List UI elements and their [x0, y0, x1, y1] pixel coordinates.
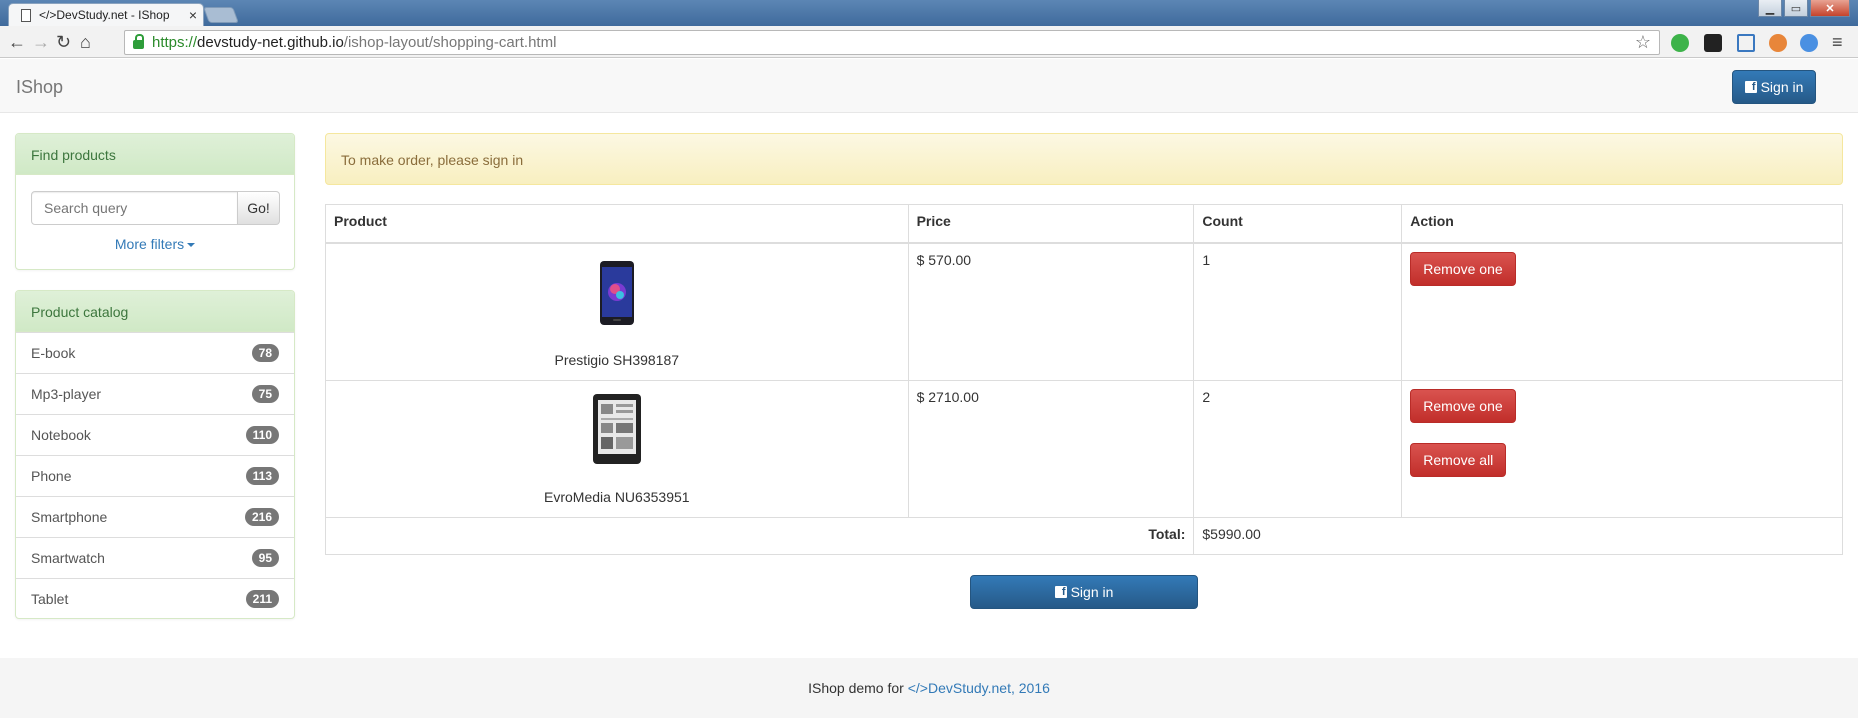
category-count-badge: 211 [245, 590, 279, 608]
remove-one-button[interactable]: Remove one [1410, 251, 1516, 286]
site-navbar: IShop [0, 59, 1858, 113]
browser-titlebar: </>DevStudy.net - IShop × ▁ ▭ ✕ [0, 0, 1858, 26]
product-cell: Prestigio SH398187 [325, 242, 909, 381]
price-cell: $ 2710.00 [907, 380, 1195, 518]
catalog-title: Product catalog [16, 291, 294, 332]
category-item-notebook[interactable]: Notebook 110 [16, 414, 294, 455]
category-count-badge: 113 [245, 467, 279, 485]
maximize-button[interactable]: ▭ [1784, 0, 1808, 17]
url-path: /ishop-layout/shopping-cart.html [343, 34, 557, 51]
product-cell: EvroMedia NU6353951 [325, 380, 909, 518]
grammarly-icon[interactable] [1671, 34, 1689, 52]
site-footer: IShop demo for </>DevStudy.net, 2016 [0, 658, 1858, 718]
category-item-phone[interactable]: Phone 113 [16, 455, 294, 496]
category-label: E-book [31, 345, 76, 361]
new-tab-button[interactable] [203, 7, 239, 23]
menu-icon[interactable]: ≡ [1832, 32, 1843, 52]
bookmark-star-icon[interactable]: ☆ [1635, 32, 1651, 53]
navbar-signin-label: Sign in [1760, 79, 1804, 95]
extension-blue-icon[interactable] [1800, 34, 1818, 52]
ebook-reader-image[interactable] [592, 393, 642, 465]
page-icon [21, 8, 31, 22]
product-catalog-panel: Product catalog E-book 78 Mp3-player 75 … [15, 290, 295, 619]
footer-link[interactable]: </>DevStudy.net, 2016 [908, 680, 1050, 696]
search-group: Go! [31, 191, 280, 225]
remove-one-button[interactable]: Remove one [1410, 389, 1516, 423]
remove-all-button[interactable]: Remove all [1410, 443, 1507, 477]
browser-toolbar: ← → ↻ ⌂ https:// devstudy-net.github.io … [0, 26, 1858, 58]
window-controls: ▁ ▭ ✕ [1758, 0, 1850, 17]
category-item-ebook[interactable]: E-book 78 [16, 332, 294, 373]
extension-fox-icon[interactable] [1769, 34, 1787, 52]
total-row: Total: $5990.00 [324, 517, 1843, 555]
product-name: Prestigio SH398187 [554, 351, 680, 368]
column-header-action: Action [1401, 204, 1843, 244]
shopping-cart-table: Product Price Count Action Prestigio SH3… [324, 204, 1843, 555]
screenshot-icon[interactable] [1737, 34, 1755, 52]
category-label: Tablet [31, 591, 69, 607]
back-arrow-icon[interactable]: ← [8, 32, 26, 52]
more-filters-label: More filters [114, 236, 185, 252]
signin-warning-alert: To make order, please sign in [325, 133, 1843, 185]
category-count-badge: 110 [245, 426, 279, 444]
address-bar[interactable]: https:// devstudy-net.github.io /ishop-l… [124, 30, 1660, 55]
footer-text: IShop demo for [808, 680, 904, 696]
facebook-icon: f [1054, 586, 1067, 598]
find-products-panel: Find products Go! More filters [15, 133, 295, 270]
category-item-mp3-player[interactable]: Mp3-player 75 [16, 373, 294, 414]
caret-down-icon [187, 243, 196, 248]
cart-signin-button[interactable]: f Sign in [970, 575, 1198, 609]
url-scheme: https:// [152, 34, 198, 51]
search-input[interactable] [31, 191, 238, 225]
more-filters-link[interactable]: More filters [16, 236, 294, 252]
product-name: EvroMedia NU6353951 [544, 489, 690, 505]
action-cell: Remove one [1401, 242, 1843, 381]
navbar-signin-button[interactable]: f Sign in [1732, 70, 1816, 104]
tab-title: </>DevStudy.net - IShop [39, 8, 170, 22]
facebook-icon: f [1744, 81, 1757, 93]
table-row: EvroMedia NU6353951 $ 2710.00 2 Remove o… [325, 380, 1843, 518]
table-header-row: Product Price Count Action [325, 204, 1843, 244]
category-count-badge: 216 [244, 508, 279, 526]
table-row: Prestigio SH398187 $ 570.00 1 Remove one [325, 242, 1843, 381]
url-host: devstudy-net.github.io [197, 34, 344, 51]
category-label: Smartphone [31, 509, 108, 525]
smartphone-image[interactable] [599, 260, 635, 326]
find-products-title: Find products [16, 134, 294, 175]
home-icon[interactable]: ⌂ [80, 32, 91, 52]
minimize-button[interactable]: ▁ [1758, 0, 1782, 17]
category-item-smartwatch[interactable]: Smartwatch 95 [16, 537, 294, 578]
category-count-badge: 75 [251, 385, 279, 403]
forward-arrow-icon[interactable]: → [32, 32, 50, 52]
lock-icon [133, 34, 144, 49]
total-value: $5990.00 [1193, 517, 1843, 555]
window-close-button[interactable]: ✕ [1810, 0, 1850, 17]
category-count-badge: 95 [251, 549, 279, 567]
browser-tab[interactable]: </>DevStudy.net - IShop × [8, 3, 204, 26]
category-count-badge: 78 [251, 344, 279, 362]
reload-icon[interactable]: ↻ [56, 32, 71, 52]
tab-close-icon[interactable]: × [189, 7, 197, 23]
cart-signin-label: Sign in [1070, 584, 1114, 600]
category-label: Mp3-player [31, 386, 102, 402]
category-item-smartphone[interactable]: Smartphone 216 [16, 496, 294, 537]
search-go-button[interactable]: Go! [238, 191, 280, 225]
extension-icon[interactable] [1704, 34, 1722, 52]
action-cell: Remove one Remove all [1401, 380, 1843, 518]
total-label: Total: [324, 517, 1195, 555]
column-header-product: Product [325, 204, 909, 244]
site-brand[interactable]: IShop [16, 77, 63, 98]
column-header-price: Price [907, 204, 1195, 244]
category-item-tablet[interactable]: Tablet 211 [16, 578, 294, 618]
column-header-count: Count [1193, 204, 1403, 244]
price-cell: $ 570.00 [907, 242, 1195, 381]
category-label: Phone [31, 468, 72, 484]
category-label: Smartwatch [31, 550, 105, 566]
category-label: Notebook [31, 427, 91, 443]
count-cell: 2 [1193, 380, 1403, 518]
count-cell: 1 [1193, 242, 1403, 381]
